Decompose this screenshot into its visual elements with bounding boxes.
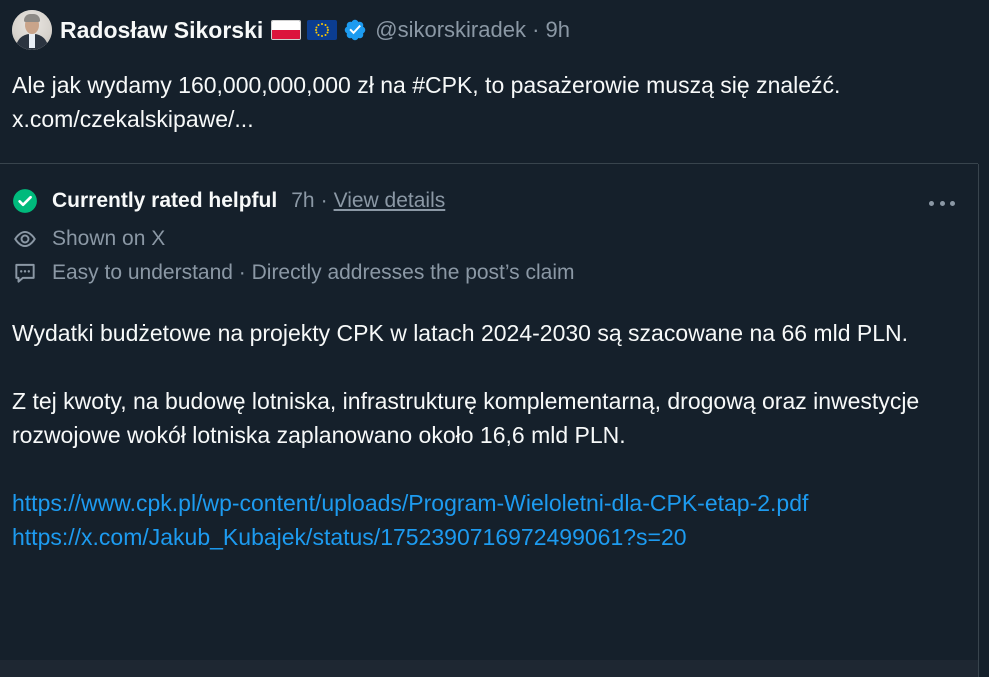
check-circle-icon	[13, 189, 37, 213]
note-status-row: Currently rated helpful 7h · View detail…	[12, 188, 445, 214]
note-paragraph-1: Wydatki budżetowe na projekty CPK w lata…	[12, 320, 909, 346]
more-options-icon[interactable]	[926, 190, 958, 216]
post-time: 9h	[545, 17, 571, 42]
avatar[interactable]	[12, 10, 52, 50]
source-link-2[interactable]: https://x.com/Jakub_Kubajek/status/17523…	[12, 520, 967, 554]
poland-flag-icon	[271, 20, 302, 40]
verified-badge-icon[interactable]	[343, 18, 367, 42]
post[interactable]: Radosław Sikorski @sikorskiradek · 9h Al…	[0, 0, 980, 164]
view-details-link[interactable]: View details	[334, 189, 446, 213]
author-name[interactable]: Radosław Sikorski	[60, 17, 263, 44]
eu-flag-icon	[307, 20, 338, 40]
author-handle[interactable]: @sikorskiradek · 9h	[375, 17, 570, 43]
note-time: 7h	[291, 189, 315, 212]
note-links: https://www.cpk.pl/wp-content/uploads/Pr…	[12, 486, 967, 554]
note-reasons: Easy to understand · Directly addresses …	[52, 261, 575, 284]
post-header: Radosław Sikorski @sikorskiradek · 9h	[12, 10, 570, 50]
post-text: Ale jak wydamy 160,000,000,000 zł na #CP…	[12, 72, 841, 132]
reasons-row: Easy to understand · Directly addresses …	[12, 260, 575, 286]
note-status: Currently rated helpful	[52, 189, 278, 212]
eye-icon	[14, 230, 36, 248]
shown-on-row: Shown on X	[12, 226, 165, 252]
bottom-strip	[0, 660, 978, 677]
note-paragraph-2: Z tej kwoty, na budowę lotniska, infrast…	[12, 388, 920, 448]
chat-bubble-icon	[15, 263, 35, 283]
note-separator: ·	[320, 189, 328, 212]
source-link-1[interactable]: https://www.cpk.pl/wp-content/uploads/Pr…	[12, 486, 967, 520]
shown-on-label: Shown on X	[52, 227, 166, 250]
note-body: Wydatki budżetowe na projekty CPK w lata…	[12, 316, 967, 554]
